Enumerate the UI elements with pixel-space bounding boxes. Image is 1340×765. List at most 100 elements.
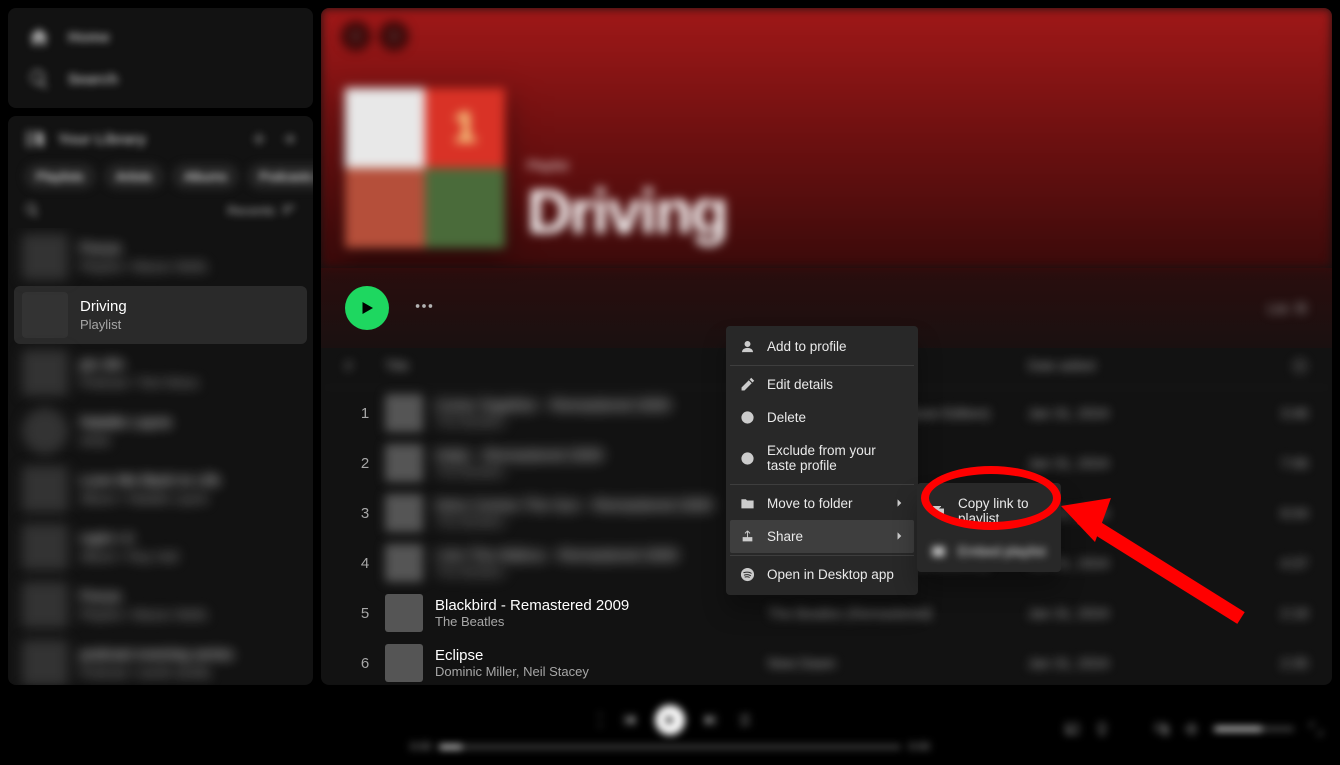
nav-back-button[interactable]	[341, 21, 371, 51]
chip-artists[interactable]: Artists	[104, 163, 164, 190]
minus-circle-icon	[740, 410, 755, 425]
nav-search[interactable]: Search	[24, 58, 297, 100]
library-item-meta: Playlist • Mason Wells	[80, 259, 207, 274]
recents-sort[interactable]: Recents	[227, 202, 297, 218]
menu-exclude[interactable]: Exclude from your taste profile	[730, 434, 914, 482]
menu-add-to-profile[interactable]: Add to profile	[730, 330, 914, 363]
filter-chips: Playlists Artists Albums Podcasts & Show…	[8, 162, 313, 198]
library-item-cover	[22, 408, 68, 454]
menu-add-to-profile-label: Add to profile	[767, 339, 847, 354]
library-item-name: Love Me Back to Life	[80, 472, 220, 489]
library-item[interactable]: rupin i riAlbum • Ray Hall	[14, 518, 307, 576]
lyrics-icon[interactable]	[1094, 721, 1110, 737]
library-item-cover	[22, 234, 68, 280]
plus-icon[interactable]	[251, 131, 267, 147]
nav-home[interactable]: Home	[24, 16, 297, 58]
track-index: 3	[345, 505, 385, 522]
track-duration: 2:35	[1228, 655, 1308, 671]
library-item[interactable]: DrivingPlaylist	[14, 286, 307, 344]
play-icon	[663, 713, 677, 727]
menu-move-to-folder[interactable]: Move to folder	[730, 487, 914, 520]
chip-albums[interactable]: Albums	[172, 163, 239, 190]
chevron-left-icon	[349, 29, 363, 43]
search-in-library-icon[interactable]	[24, 202, 40, 218]
previous-icon[interactable]	[621, 712, 637, 728]
track-index: 5	[345, 605, 385, 622]
chip-playlists[interactable]: Playlists	[24, 163, 96, 190]
menu-edit-details[interactable]: Edit details	[730, 368, 914, 401]
player-play-button[interactable]	[655, 705, 685, 735]
chip-podcasts[interactable]: Podcasts & Shows	[247, 163, 313, 190]
main-view: 1 Playlist Driving List # Title	[321, 8, 1332, 685]
menu-open-desktop[interactable]: Open in Desktop app	[730, 558, 914, 591]
library-item-name: Driving	[80, 298, 127, 315]
library-item-cover	[22, 640, 68, 685]
profile-icon	[740, 339, 755, 354]
track-duration: 7:06	[1228, 455, 1308, 471]
shuffle-icon[interactable]	[587, 712, 603, 728]
track-date: Jan 31, 2024	[1028, 405, 1228, 421]
library-item[interactable]: podcast evening seriesPodcast • world va…	[14, 634, 307, 685]
library-item-name: rupin i ri	[80, 530, 178, 547]
nav-search-label: Search	[68, 71, 118, 88]
library-item[interactable]: FocusPlaylist • Mason Wells	[14, 228, 307, 286]
library-subheader: Recents	[8, 198, 313, 228]
arrow-right-icon[interactable]	[281, 131, 297, 147]
track-date: Jan 31, 2024	[1028, 605, 1228, 621]
track-date: Jan 31, 2024	[1028, 455, 1228, 471]
repeat-icon[interactable]	[737, 712, 753, 728]
next-icon[interactable]	[703, 712, 719, 728]
menu-open-desktop-label: Open in Desktop app	[767, 567, 894, 582]
col-duration	[1228, 354, 1308, 381]
library-header: Your Library	[8, 116, 313, 162]
track-duration: 6:04	[1228, 505, 1308, 521]
library-item-meta: Podcast • world vanilla	[80, 665, 233, 680]
search-icon	[28, 68, 50, 90]
fullscreen-icon[interactable]	[1308, 721, 1324, 737]
track-title: Blackbird - Remastered 2009	[435, 597, 629, 614]
menu-delete[interactable]: Delete	[730, 401, 914, 434]
menu-share[interactable]: Share	[730, 520, 914, 553]
volume-icon[interactable]	[1184, 721, 1200, 737]
library-item[interactable]: Love Me Back to LifeAlbum • Natalie Layn…	[14, 460, 307, 518]
menu-edit-details-label: Edit details	[767, 377, 833, 392]
track-index: 6	[345, 655, 385, 672]
submenu-copy-link[interactable]: Copy link to playlist	[921, 487, 1057, 535]
player-controls: 0:00 0:00	[408, 705, 931, 753]
menu-move-label: Move to folder	[767, 496, 853, 511]
queue-icon[interactable]	[1124, 721, 1140, 737]
track-cover	[385, 644, 423, 682]
col-date-added: Date added	[1028, 354, 1228, 381]
share-icon	[740, 529, 755, 544]
home-icon	[28, 26, 50, 48]
nav-top: Home Search	[8, 8, 313, 108]
table-row[interactable]: 6EclipseDominic Miller, Neil StaceyNew D…	[321, 638, 1332, 685]
submenu-embed[interactable]: Embed playlist	[921, 535, 1057, 568]
library-item-cover	[22, 524, 68, 570]
col-number: #	[345, 354, 385, 381]
volume-slider[interactable]	[1214, 727, 1294, 731]
menu-delete-label: Delete	[767, 410, 806, 425]
track-title: I Am The Walrus - Remastered 2009	[435, 547, 678, 564]
library-item-cover	[22, 350, 68, 396]
sidebar: Home Search Your Library Playlists	[8, 8, 313, 685]
menu-share-label: Share	[767, 529, 803, 544]
library-title[interactable]: Your Library	[24, 128, 146, 150]
nav-forward-button[interactable]	[379, 21, 409, 51]
player-right-controls	[932, 721, 1324, 737]
library-item[interactable]: pic dmPodcast • Terri Moss	[14, 344, 307, 402]
library-item[interactable]: FocusPlaylist • Mason Wells	[14, 576, 307, 634]
play-button[interactable]	[345, 286, 389, 330]
track-title: Here Comes The Sun - Remastered 2009	[435, 497, 712, 514]
devices-icon[interactable]	[1154, 721, 1170, 737]
library-item[interactable]: Natalie LayneArtist	[14, 402, 307, 460]
track-cover	[385, 444, 423, 482]
share-submenu: Copy link to playlist Embed playlist	[917, 483, 1061, 572]
more-options-button[interactable]	[413, 295, 435, 322]
now-playing-view-icon[interactable]	[1064, 721, 1080, 737]
view-toggle[interactable]: List	[1268, 301, 1308, 316]
library-icon	[24, 128, 46, 150]
progress-bar[interactable]: 0:00 0:00	[410, 741, 930, 753]
library-item-meta: Podcast • Terri Moss	[80, 375, 198, 390]
table-row[interactable]: 5Blackbird - Remastered 2009The BeatlesT…	[321, 588, 1332, 638]
